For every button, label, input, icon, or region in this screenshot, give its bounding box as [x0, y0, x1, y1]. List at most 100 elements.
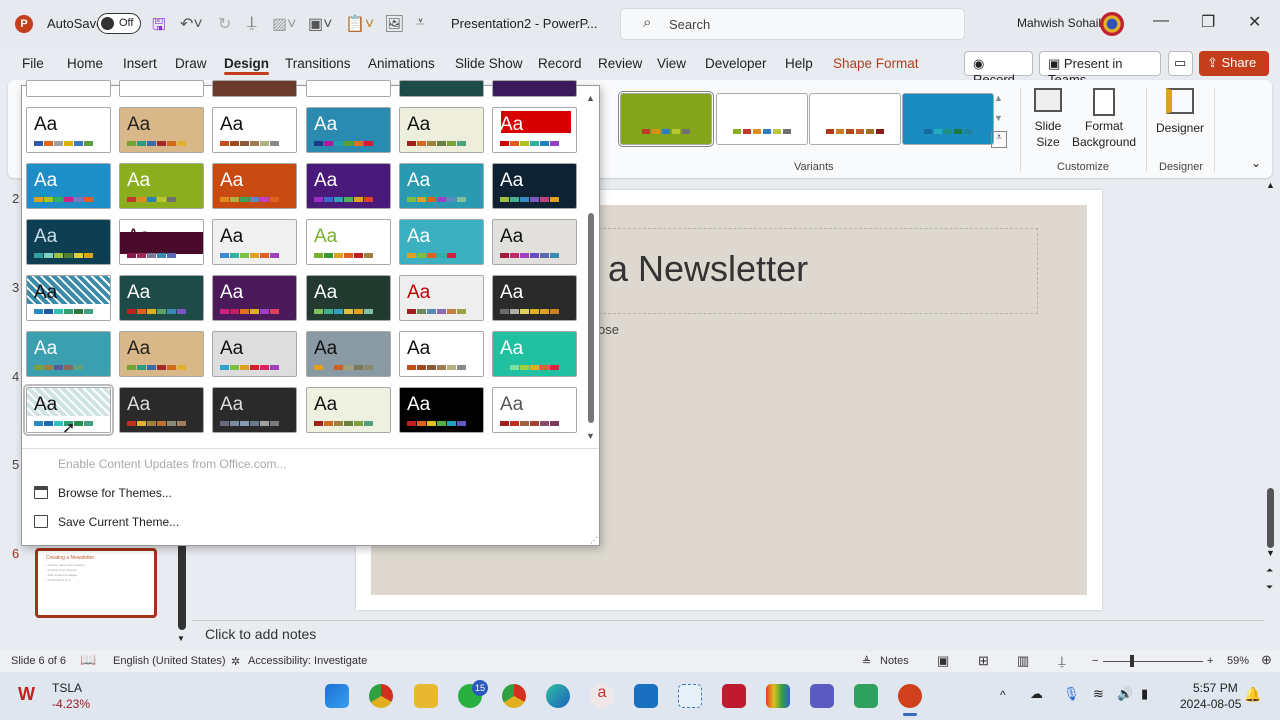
tab-record[interactable]: Record	[538, 56, 582, 71]
theme-tile[interactable]: Aa	[399, 387, 484, 433]
gallery-scrollbar[interactable]	[585, 93, 597, 443]
tab-view[interactable]: View	[657, 56, 686, 71]
theme-tile-partial[interactable]	[492, 80, 577, 97]
fit-to-window-icon[interactable]: ⊕	[1261, 652, 1272, 668]
app-icon[interactable]	[854, 684, 878, 708]
redo-icon[interactable]: ↻	[218, 14, 231, 34]
stock-name[interactable]: TSLA	[52, 681, 82, 695]
present-in-teams-button[interactable]: ▣ Present in Teams	[1039, 51, 1161, 87]
tab-developer[interactable]: Developer	[705, 56, 767, 71]
theme-tile[interactable]: Aa	[399, 163, 484, 209]
edge-icon[interactable]	[546, 684, 570, 708]
theme-tile[interactable]: Aa	[306, 107, 391, 153]
theme-tile[interactable]: Aa	[119, 331, 204, 377]
theme-tile[interactable]: Aa	[399, 275, 484, 321]
theme-tile[interactable]: Aa	[119, 107, 204, 153]
theme-tile[interactable]: Aa	[399, 331, 484, 377]
theme-tile[interactable]: Aa	[119, 163, 204, 209]
save-icon[interactable]: 🖫	[152, 14, 166, 41]
onedrive-icon[interactable]: ☁	[1030, 686, 1043, 702]
file-explorer-icon[interactable]	[414, 684, 438, 708]
variant-1[interactable]	[618, 91, 714, 147]
variants-scroll-up[interactable]: ▲	[994, 93, 1003, 103]
battery-icon[interactable]: ▮	[1141, 686, 1148, 702]
theme-tile-partial[interactable]	[399, 80, 484, 97]
chrome-profile-icon[interactable]	[502, 684, 526, 708]
notes-button[interactable]: Notes	[880, 655, 909, 667]
theme-tile[interactable]: Aa	[26, 275, 111, 321]
autosave-toggle[interactable]: Off	[97, 13, 141, 34]
picture-icon[interactable]: 🖼	[384, 14, 404, 34]
theme-tile[interactable]: Aa	[119, 387, 204, 433]
theme-tile-partial[interactable]	[119, 80, 204, 97]
zoom-level[interactable]: 59%	[1227, 655, 1249, 667]
reading-view-icon[interactable]: ▥	[1017, 653, 1029, 669]
browse-themes-item[interactable]: Browse for Themes...	[58, 486, 172, 500]
theme-tile[interactable]: Aa	[306, 275, 391, 321]
theme-tile-partial[interactable]	[212, 80, 297, 97]
volume-icon[interactable]: 🔊	[1117, 686, 1133, 702]
access-icon[interactable]	[722, 684, 746, 708]
theme-tile[interactable]: Aa	[306, 163, 391, 209]
save-current-theme-item[interactable]: Save Current Theme...	[58, 515, 179, 529]
scroll-up-icon[interactable]: ▲	[1266, 180, 1275, 190]
snipping-tool-icon[interactable]	[678, 684, 702, 708]
theme-tile[interactable]: Aa	[306, 219, 391, 265]
theme-tile[interactable]: Aa	[492, 163, 577, 209]
customize-qat-icon[interactable]: ⩡	[416, 14, 425, 32]
zoom-slider-thumb[interactable]	[1130, 655, 1134, 667]
layout-icon[interactable]: ▣˅	[308, 14, 332, 34]
theme-tile[interactable]: Aa	[212, 107, 297, 153]
theme-tile[interactable]: Aa	[492, 331, 577, 377]
slide-sorter-icon[interactable]: ⊞	[978, 653, 989, 669]
close-icon[interactable]: ✕	[1248, 12, 1261, 32]
start-icon[interactable]	[325, 684, 349, 708]
theme-tile[interactable]: Aa	[119, 219, 204, 265]
paste-icon[interactable]: 📋˅	[345, 14, 374, 34]
previous-slide-icon[interactable]: ⏶	[1266, 565, 1273, 576]
accessibility-status[interactable]: Accessibility: Investigate	[248, 655, 367, 667]
variant-2[interactable]	[716, 93, 808, 145]
clock-date[interactable]: 2024-08-05	[1180, 697, 1241, 711]
collapse-ribbon-icon[interactable]: ⌄	[1251, 156, 1261, 170]
theme-tile[interactable]: Aa	[492, 387, 577, 433]
format-background-button[interactable]: Format Background	[1072, 88, 1136, 156]
normal-view-icon[interactable]: ▣	[937, 653, 949, 669]
theme-tile[interactable]: Aa	[212, 387, 297, 433]
tab-file[interactable]: File	[22, 56, 44, 71]
variant-4[interactable]	[902, 93, 994, 145]
variants-scroll-down[interactable]: ▼	[994, 113, 1003, 123]
wifi-icon[interactable]: ≋	[1093, 686, 1104, 702]
comments-button[interactable]: ▭	[1168, 51, 1193, 76]
stock-widget-icon[interactable]: W	[18, 684, 35, 705]
slide-thumbnail-6[interactable]: Creating a Newsletter • Choose paper siz…	[35, 548, 157, 618]
theme-tile[interactable]: Aa	[306, 387, 391, 433]
zoom-slider[interactable]	[1103, 661, 1203, 662]
theme-tile[interactable]: Aa	[26, 219, 111, 265]
tab-slide-show[interactable]: Slide Show	[455, 56, 523, 71]
present-icon[interactable]: ⍊	[247, 14, 257, 32]
theme-tile[interactable]: Aa	[119, 275, 204, 321]
tab-transitions[interactable]: Transitions	[285, 56, 351, 71]
theme-tile[interactable]: Aa	[212, 275, 297, 321]
theme-tile[interactable]: Aa	[492, 107, 577, 153]
tab-review[interactable]: Review	[598, 56, 642, 71]
theme-tile[interactable]: Aa	[212, 219, 297, 265]
gallery-scroll-down[interactable]: ▼	[586, 431, 595, 441]
powerpoint-icon[interactable]	[898, 684, 922, 708]
resize-grip-icon[interactable]: ⋰	[590, 536, 598, 545]
gallery-scroll-up[interactable]: ▲	[586, 93, 595, 103]
designer-button[interactable]: Designer	[1152, 88, 1208, 148]
undo-icon[interactable]: ↶˅	[180, 14, 203, 34]
tab-shape-format[interactable]: Shape Format	[833, 56, 919, 71]
tab-design[interactable]: Design	[224, 56, 270, 75]
microphone-icon[interactable]: 🎙	[1063, 686, 1080, 702]
show-hidden-icons[interactable]: ^	[1000, 688, 1006, 702]
spelling-icon[interactable]: 📖	[80, 652, 96, 668]
slide-title[interactable]: a Newsletter	[608, 248, 808, 290]
next-slide-icon[interactable]: ⏷	[1266, 582, 1273, 593]
draw-icon[interactable]: ▨˅	[272, 14, 296, 34]
tab-help[interactable]: Help	[785, 56, 813, 71]
tab-home[interactable]: Home	[67, 56, 103, 71]
notifications-bell-icon[interactable]: 🔔	[1244, 686, 1261, 703]
